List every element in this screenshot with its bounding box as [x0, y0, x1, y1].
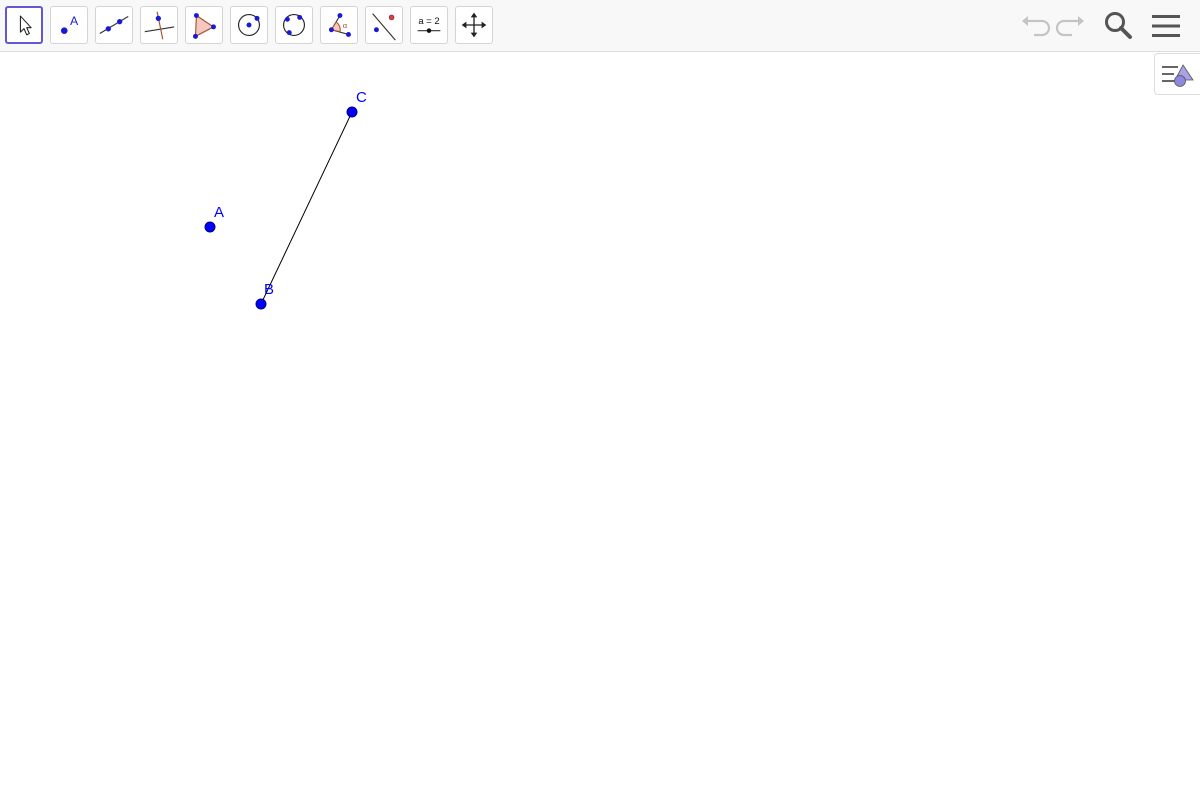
move-tool-button[interactable] — [5, 6, 43, 44]
undo-button[interactable] — [1016, 8, 1052, 44]
graphics-canvas[interactable]: A B C — [0, 53, 1200, 800]
point-tool-label: A — [70, 14, 79, 28]
segment-bc[interactable] — [260, 111, 353, 305]
main-menu-button[interactable] — [1148, 8, 1184, 44]
circle-center-point-icon — [238, 14, 260, 36]
angle-icon: α — [328, 13, 351, 37]
line-through-points-icon — [99, 15, 129, 35]
toolbar: A α a = 2 — [0, 0, 1200, 52]
search-button[interactable] — [1100, 8, 1136, 44]
point-c-label: C — [356, 89, 367, 106]
redo-button[interactable] — [1054, 8, 1090, 44]
arrow-cursor-icon — [19, 15, 32, 36]
undo-icon — [1022, 16, 1051, 37]
point-tool-button[interactable]: A — [50, 6, 88, 44]
point-c[interactable] — [346, 106, 358, 118]
perpendicular-line-tool-button[interactable] — [140, 6, 178, 44]
line-tool-button[interactable] — [95, 6, 133, 44]
polygon-icon — [193, 13, 216, 39]
search-icon — [1105, 12, 1132, 39]
polygon-tool-button[interactable] — [185, 6, 223, 44]
circle-three-points-tool-button[interactable] — [275, 6, 313, 44]
point-b-label: B — [264, 281, 274, 298]
move-arrows-icon — [461, 12, 487, 38]
slider-tool-button[interactable]: a = 2 — [410, 6, 448, 44]
perpendicular-line-icon — [144, 11, 175, 40]
slider-tool-label: a = 2 — [418, 16, 439, 27]
circle-tool-button[interactable] — [230, 6, 268, 44]
angle-tool-label: α — [343, 21, 348, 30]
circle-three-points-icon — [283, 14, 305, 36]
point-a-label: A — [214, 204, 224, 221]
graphics-view[interactable]: A B C — [0, 53, 1200, 800]
point-icon: A — [60, 14, 79, 34]
reflect-about-line-icon — [372, 13, 396, 41]
angle-tool-button[interactable]: α — [320, 6, 358, 44]
slider-icon: a = 2 — [417, 16, 441, 33]
redo-icon — [1055, 16, 1084, 37]
point-b[interactable] — [255, 298, 267, 310]
reflect-tool-button[interactable] — [365, 6, 403, 44]
point-a[interactable] — [204, 221, 216, 233]
hamburger-menu-icon — [1152, 15, 1180, 37]
move-graphics-view-tool-button[interactable] — [455, 6, 493, 44]
